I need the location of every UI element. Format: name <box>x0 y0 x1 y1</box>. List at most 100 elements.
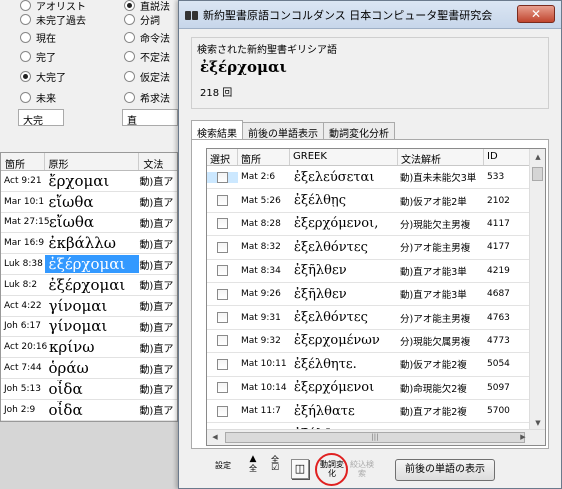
radio-optative[interactable]: 希求法 <box>124 88 170 106</box>
settings-button[interactable]: 設定 <box>213 455 233 483</box>
grid-row[interactable]: Mat 9:32 ἐξερχομένων 分)現能欠属男複 4773 <box>207 330 545 354</box>
row-select-cell[interactable] <box>207 195 238 207</box>
row-select-cell[interactable] <box>207 265 238 277</box>
vertical-scrollbar[interactable]: ▲ ▼ <box>529 149 545 431</box>
close-button[interactable]: ✕ <box>517 5 555 23</box>
row-checkbox[interactable] <box>217 171 228 183</box>
hscroll-thumb[interactable]: ||| <box>225 432 525 443</box>
grid-row[interactable]: Mat 5:26 ἐξέλθῃς 動)仮アオ能2単 2102 <box>207 189 545 213</box>
radio-circle[interactable] <box>20 31 31 43</box>
radio-circle[interactable] <box>124 13 135 25</box>
tab-search-results[interactable]: 検索結果 <box>191 120 243 140</box>
grid-row[interactable]: Mat 10:11 ἐξέλθητε. 動)仮アオ能2複 5054 <box>207 353 545 377</box>
radio-circle[interactable] <box>20 91 31 103</box>
row-checkbox[interactable] <box>217 241 228 253</box>
row-select-cell[interactable] <box>207 335 238 347</box>
row-select-cell[interactable] <box>207 312 238 324</box>
deselect-all-button[interactable]: 全 ☑ <box>267 455 283 483</box>
tense-value-field[interactable]: 大完 <box>18 109 64 127</box>
row-checkbox[interactable] <box>217 218 228 230</box>
col-select[interactable]: 選択 <box>207 149 238 166</box>
row-checkbox[interactable] <box>217 335 228 347</box>
radio-circle[interactable] <box>20 0 31 11</box>
row-checkbox[interactable] <box>217 288 228 300</box>
table-row[interactable]: Act 4:22 γίνομαι 動)直ア <box>1 296 177 317</box>
grid-row[interactable]: Mat 9:26 ἐξῆλθεν 動)直アオ能3単 4687 <box>207 283 545 307</box>
scroll-thumb[interactable] <box>532 167 543 181</box>
table-row[interactable]: Act 20:16 κρίνω 動)直ア <box>1 337 177 359</box>
row-checkbox[interactable] <box>217 405 228 417</box>
col-id[interactable]: ID <box>484 149 531 165</box>
col-location[interactable]: 箇所 <box>238 149 290 166</box>
tab-panel: 選択 箇所 GREEK 文法解析 ID Mat 2:6 ἐξελεύσεται 動)… <box>191 139 549 449</box>
radio-circle[interactable] <box>20 70 31 82</box>
show-context-button[interactable]: 前後の単語の表示 <box>395 459 495 481</box>
refine-search-button: 絞込検索 <box>349 455 375 483</box>
col-analysis[interactable]: 文法解析 <box>398 149 484 166</box>
row-select-cell[interactable] <box>207 382 238 394</box>
tab-context-words[interactable]: 前後の単語表示 <box>242 122 324 140</box>
table-row[interactable]: Act 7:44 ὁράω 動)直ア <box>1 358 177 379</box>
col-grammar[interactable]: 文法 <box>139 153 177 171</box>
table-row[interactable]: Mar 10:1 εἴωθα 動)直ア <box>1 192 177 213</box>
grid-row[interactable]: Mat 8:34 ἐξῆλθεν 動)直アオ能3単 4219 <box>207 260 545 283</box>
scroll-up-icon[interactable]: ▲ <box>530 149 545 165</box>
row-checkbox[interactable] <box>217 312 228 324</box>
col-location[interactable]: 箇所 <box>1 153 45 171</box>
radio-circle[interactable] <box>20 50 31 62</box>
copy-button[interactable]: ◫ <box>291 459 309 479</box>
grid-row[interactable]: Mat 10:14 ἐξερχόμενοι 動)命現能欠2複 5097 <box>207 377 545 400</box>
radio-imperfect[interactable]: 未完了過去 <box>20 10 86 28</box>
col-lemma[interactable]: 原形 <box>45 153 140 171</box>
tab-verb-analysis[interactable]: 動詞変化分析 <box>323 122 395 140</box>
radio-circle[interactable] <box>124 50 135 62</box>
row-checkbox[interactable] <box>217 265 228 277</box>
radio-present[interactable]: 現在 <box>20 28 56 46</box>
grid-row[interactable]: Mat 2:6 ἐξελεύσεται 動)直未未能欠3単 533 <box>207 166 545 190</box>
table-row[interactable]: Luk 8:38 ἐξέρχομαι 動)直ア <box>1 254 177 275</box>
row-location: Luk 8:38 <box>4 259 43 270</box>
radio-infinitive[interactable]: 不定法 <box>124 47 170 65</box>
grid-row[interactable]: Mat 8:28 ἐξερχόμενοι, 分)現能欠主男複 4117 <box>207 213 545 237</box>
row-analysis: 動)直アオ能3単 <box>400 266 467 278</box>
grid-row[interactable]: Mat 9:31 ἐξελθόντες 分)アオ能主男複 4763 <box>207 306 545 330</box>
grid-row[interactable]: Mat 11:7 ἐξήλθατε 動)直アオ能2複 5700 <box>207 400 545 424</box>
mood-value-field[interactable]: 直 <box>122 109 178 127</box>
row-checkbox[interactable] <box>217 382 228 394</box>
radio-pluperfect[interactable]: 大完了 <box>20 67 66 85</box>
select-all-button[interactable]: ▲ 全 <box>245 455 261 483</box>
radio-subjunctive[interactable]: 仮定法 <box>124 67 170 85</box>
row-select-cell[interactable] <box>207 218 238 230</box>
row-select-cell[interactable] <box>207 358 238 370</box>
radio-circle[interactable] <box>124 70 135 82</box>
row-select-cell[interactable] <box>207 241 238 253</box>
table-row[interactable]: Mar 16:9 ἐκβάλλω 動)直ア <box>1 233 177 255</box>
scroll-right-icon[interactable]: ▶ <box>515 430 531 445</box>
row-lemma: ὁράω <box>48 359 89 378</box>
table-row[interactable]: Luk 8:2 ἐξέρχομαι 動)直ア <box>1 275 177 296</box>
radio-imperative[interactable]: 命令法 <box>124 28 170 46</box>
row-select-cell[interactable] <box>207 288 238 300</box>
grid-row[interactable]: Mat 8:32 ἐξελθόντες 分)アオ能主男複 4177 <box>207 236 545 260</box>
horizontal-scrollbar[interactable]: ◀ ||| ▶ <box>207 429 545 445</box>
checkbox-icon: ☑ <box>270 463 280 473</box>
scroll-left-icon[interactable]: ◀ <box>207 430 223 445</box>
table-row[interactable]: Joh 5:13 οἶδα 動)直ア <box>1 379 177 400</box>
radio-circle[interactable] <box>124 91 135 103</box>
row-select-cell[interactable] <box>207 171 238 183</box>
radio-circle[interactable] <box>124 31 135 43</box>
title-bar[interactable]: 新約聖書原語コンコルダンス 日本コンピュータ聖書研究会 ✕ <box>179 1 561 29</box>
col-greek[interactable]: GREEK <box>290 149 398 165</box>
table-row[interactable]: Joh 6:17 γίνομαι 動)直ア <box>1 317 177 338</box>
table-row[interactable]: Act 9:21 ἔρχομαι 動)直ア <box>1 171 177 192</box>
row-checkbox[interactable] <box>217 358 228 370</box>
radio-future[interactable]: 未来 <box>20 88 56 106</box>
table-row[interactable]: Mat 27:15 εἴωθα 動)直ア <box>1 213 177 234</box>
radio-circle[interactable] <box>20 13 31 25</box>
table-row[interactable]: Joh 2:9 οἶδα 動)直ア <box>1 400 177 421</box>
radio-perfect[interactable]: 完了 <box>20 47 56 65</box>
row-checkbox[interactable] <box>217 195 228 207</box>
radio-circle[interactable] <box>124 0 135 11</box>
row-select-cell[interactable] <box>207 405 238 417</box>
radio-participle[interactable]: 分詞 <box>124 10 160 28</box>
